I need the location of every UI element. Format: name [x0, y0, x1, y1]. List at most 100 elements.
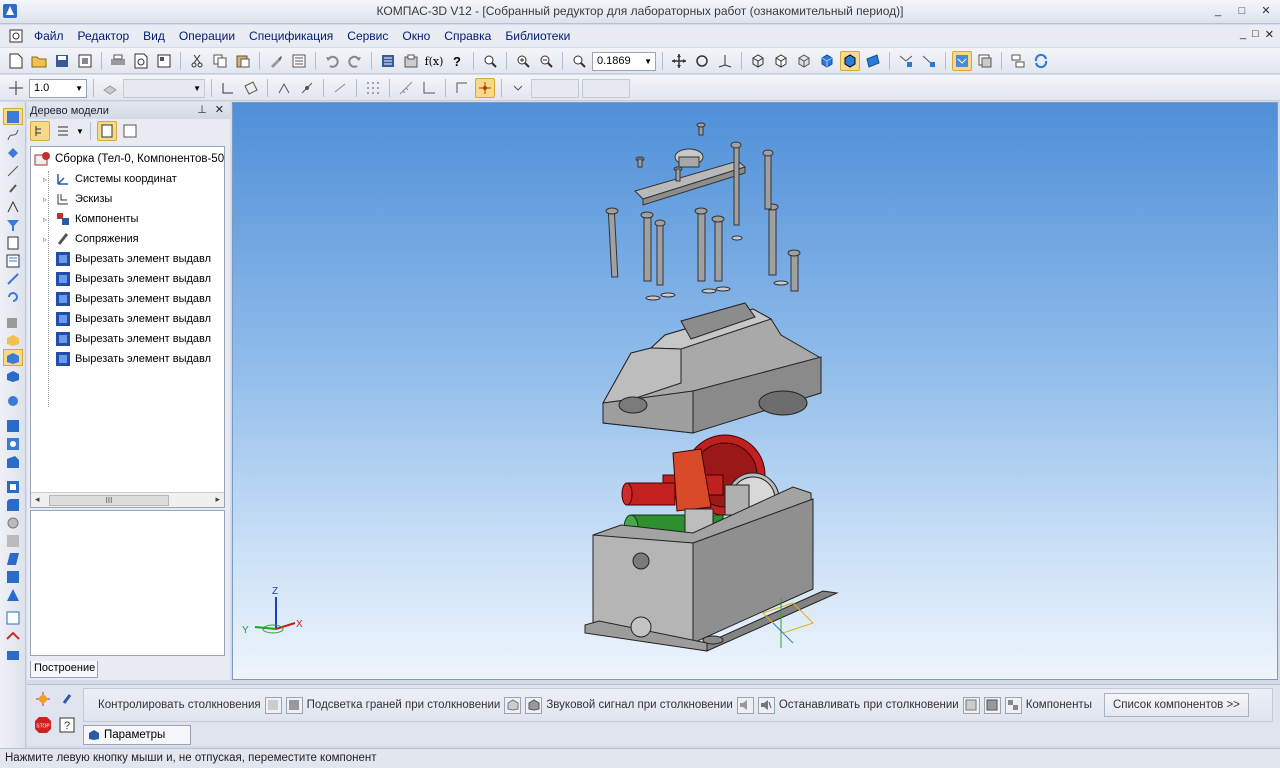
tree-item-cut-extrude[interactable]: Вырезать элемент выдавл [43, 311, 211, 327]
snap-icon[interactable] [274, 78, 294, 98]
snap-settings-icon[interactable] [297, 78, 317, 98]
tab-parameters[interactable]: Параметры [83, 725, 191, 745]
highlight-on-icon[interactable] [525, 696, 543, 714]
axis-icon[interactable] [419, 78, 439, 98]
chamfer-icon[interactable] [3, 514, 23, 531]
component-from-file-icon[interactable] [3, 313, 23, 330]
edit-assembly-icon[interactable] [3, 108, 23, 125]
shaded-edges-icon[interactable] [840, 51, 860, 71]
pin-icon[interactable]: ⊥ [197, 103, 207, 116]
tree-horizontal-scrollbar[interactable]: ◂ III ▸ [31, 492, 224, 507]
curves-icon[interactable] [3, 126, 23, 143]
menu-specification[interactable]: Спецификация [249, 29, 333, 43]
document-icon[interactable] [8, 28, 24, 44]
hole-icon[interactable] [3, 435, 23, 452]
draft-icon[interactable] [3, 550, 23, 567]
help-icon[interactable]: ? [57, 715, 77, 735]
tab-construction[interactable]: Построение [30, 661, 98, 678]
collision-on-icon[interactable] [285, 696, 303, 714]
list-icon[interactable] [289, 51, 309, 71]
shaded-icon[interactable] [817, 51, 837, 71]
copy-icon[interactable] [210, 51, 230, 71]
menu-help[interactable]: Справка [444, 29, 491, 43]
rotate-part-icon[interactable] [3, 367, 23, 384]
component-list-button[interactable]: Список компонентов >> [1103, 693, 1249, 717]
tree-item-cut-extrude[interactable]: Вырезать элемент выдавл [43, 251, 211, 267]
maximize-button[interactable]: □ [1232, 3, 1252, 19]
zoom-out-icon[interactable] [536, 51, 556, 71]
surfaces-icon[interactable] [3, 627, 23, 644]
section-icon[interactable] [3, 478, 23, 495]
chevron-down-icon[interactable]: ▼ [76, 127, 84, 136]
collision-off-icon[interactable] [264, 696, 282, 714]
new-component-icon[interactable] [3, 331, 23, 348]
grid-step-icon[interactable] [6, 78, 26, 98]
pan-icon[interactable] [669, 51, 689, 71]
stop-on-icon[interactable] [983, 696, 1001, 714]
layer-icon[interactable] [100, 78, 120, 98]
macro-icon[interactable] [3, 645, 23, 662]
hidden-lines-icon[interactable] [771, 51, 791, 71]
help-pointer-icon[interactable]: ? [447, 51, 467, 71]
orientation-icon[interactable] [715, 51, 735, 71]
layers-icon[interactable] [975, 51, 995, 71]
close-icon[interactable]: ✕ [215, 103, 224, 116]
paste-icon[interactable] [233, 51, 253, 71]
components-icon[interactable] [1004, 696, 1022, 714]
save-all-button[interactable] [75, 51, 95, 71]
coord-x-field[interactable] [531, 78, 579, 98]
tree-filter-icon[interactable] [120, 121, 140, 141]
ortho-icon[interactable] [330, 78, 350, 98]
redo-icon[interactable] [345, 51, 365, 71]
thin-lines-icon[interactable] [794, 51, 814, 71]
collision-check-icon[interactable] [33, 689, 53, 709]
expand-icon[interactable]: ▹ [43, 235, 51, 244]
rebuild-icon[interactable] [1031, 51, 1051, 71]
perspective-icon[interactable] [863, 51, 883, 71]
undo-icon[interactable] [322, 51, 342, 71]
menu-file[interactable]: Файл [34, 29, 64, 43]
zoom-window-icon[interactable] [480, 51, 500, 71]
tree-structure-icon[interactable] [1008, 51, 1028, 71]
menu-operations[interactable]: Операции [179, 29, 235, 43]
measure-icon[interactable] [396, 78, 416, 98]
gearbox-model[interactable]: Z X Y [233, 103, 1278, 680]
step-combo[interactable]: 1.0 ▼ [29, 78, 87, 98]
menu-editor[interactable]: Редактор [78, 29, 130, 43]
tree-root-assembly[interactable]: Сборка (Тел-0, Компонентов-50 [34, 151, 224, 167]
plane-icon[interactable] [241, 78, 261, 98]
tree-mode-icon[interactable] [96, 121, 117, 141]
sound-on-icon[interactable] [757, 696, 775, 714]
menu-service[interactable]: Сервис [347, 29, 388, 43]
round-snap-icon[interactable] [475, 78, 495, 98]
menu-window[interactable]: Окно [402, 29, 430, 43]
close-button[interactable]: ✕ [1256, 3, 1276, 19]
paperclip-icon[interactable] [3, 180, 23, 197]
manager-icon[interactable] [378, 51, 398, 71]
expand-icon[interactable]: ▹ [43, 175, 51, 184]
menu-libraries[interactable]: Библиотеки [505, 29, 570, 43]
tree-item-mates[interactable]: ▹ Сопряжения [43, 231, 139, 247]
object-filter-icon[interactable] [952, 51, 972, 71]
library-manager-icon[interactable] [401, 51, 421, 71]
minimize-button[interactable]: _ [1208, 3, 1228, 19]
housing-cover[interactable] [602, 302, 822, 434]
doc-maximize-button[interactable]: □ [1252, 28, 1259, 41]
cut-icon[interactable] [187, 51, 207, 71]
wireframe-icon[interactable] [748, 51, 768, 71]
inspection-cover[interactable] [634, 148, 747, 206]
sheet-metal-icon[interactable] [3, 609, 23, 626]
rotate-component-icon[interactable] [3, 288, 23, 305]
move-component-icon[interactable] [3, 349, 23, 366]
stop-icon[interactable]: STOP [33, 715, 53, 735]
save-button[interactable] [52, 51, 72, 71]
cut-icon[interactable] [3, 453, 23, 470]
array-icon[interactable] [3, 417, 23, 434]
scroll-thumb[interactable]: III [49, 495, 169, 506]
doc-minimize-button[interactable]: _ [1240, 28, 1246, 41]
menu-view[interactable]: Вид [143, 29, 165, 43]
local-cs-icon[interactable] [218, 78, 238, 98]
tree-list-view-icon[interactable] [53, 121, 73, 141]
cursor-icon[interactable] [452, 78, 472, 98]
tree-item-coordinate-systems[interactable]: ▹ Системы координат [43, 171, 177, 187]
